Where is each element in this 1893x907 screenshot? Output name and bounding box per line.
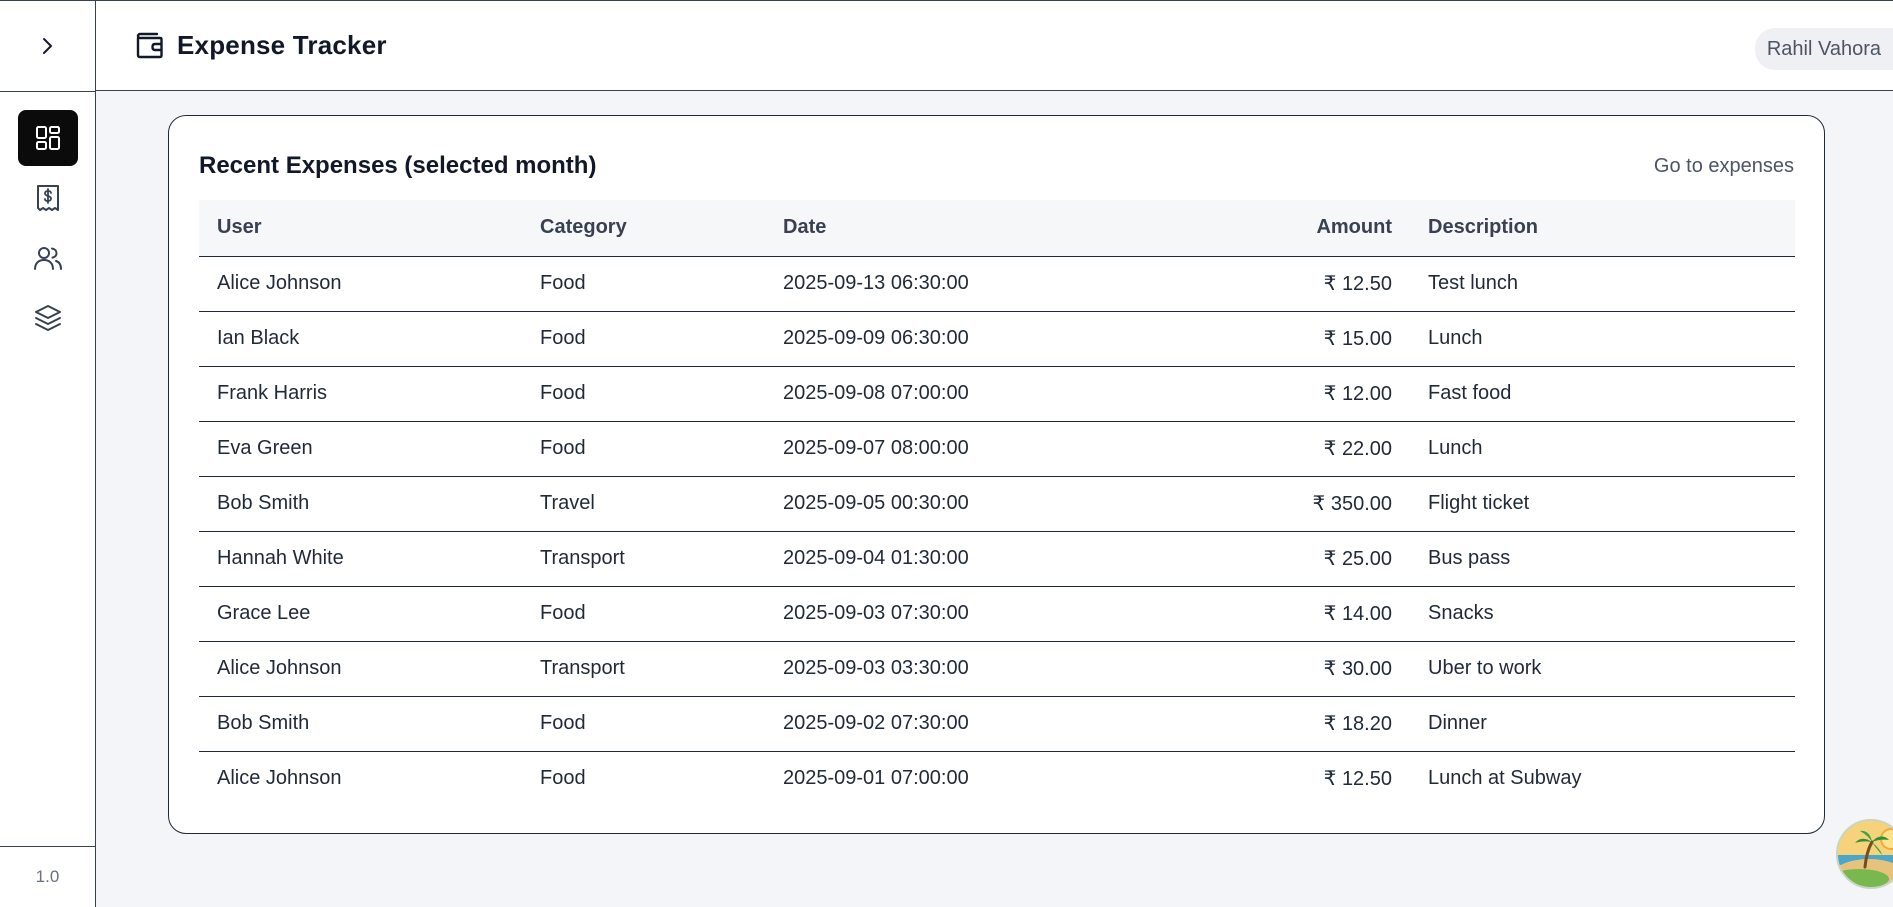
- users-icon: [33, 247, 62, 270]
- cell-date: 2025-09-07 08:00:00: [765, 421, 1265, 477]
- cell-category: Travel: [522, 476, 765, 532]
- cell-amount: ₹ 15.00: [1265, 311, 1410, 367]
- cell-amount: ₹ 12.50: [1265, 256, 1410, 312]
- cell-date: 2025-09-08 07:00:00: [765, 366, 1265, 422]
- cell-category: Transport: [522, 531, 765, 587]
- cell-amount: ₹ 25.00: [1265, 531, 1410, 587]
- card-header: Recent Expenses (selected month) Go to e…: [199, 150, 1794, 182]
- cell-description: Snacks: [1410, 586, 1795, 642]
- column-header-description[interactable]: Description: [1410, 200, 1795, 257]
- table-row[interactable]: Ian Black Food 2025-09-09 06:30:00 ₹ 15.00 L…: [199, 311, 1795, 367]
- cell-category: Food: [522, 311, 765, 367]
- column-header-user[interactable]: User: [199, 200, 522, 257]
- table-body: Alice Johnson Food 2025-09-13 06:30:00 ₹ 12…: [199, 256, 1795, 806]
- table-row[interactable]: Grace Lee Food 2025-09-03 07:30:00 ₹ 14.00 S…: [199, 586, 1795, 642]
- cell-description: Fast food: [1410, 366, 1795, 422]
- cell-user: Eva Green: [199, 421, 522, 477]
- table-header-row: User Category Date Amount Description: [199, 200, 1795, 257]
- table-row[interactable]: Alice Johnson Food 2025-09-01 07:00:00 ₹ 12…: [199, 751, 1795, 806]
- column-header-date[interactable]: Date: [765, 200, 1265, 257]
- cell-amount: ₹ 12.50: [1323, 768, 1392, 791]
- cell-user: Frank Harris: [199, 366, 522, 422]
- recent-expenses-card: Recent Expenses (selected month) Go to e…: [168, 115, 1825, 834]
- assistant-avatar-button[interactable]: [1829, 817, 1893, 891]
- cell-category: Food: [522, 256, 765, 312]
- table-row[interactable]: Frank Harris Food 2025-09-08 07:00:00 ₹ 12.…: [199, 366, 1795, 422]
- beach-avatar-icon: [1836, 819, 1893, 889]
- cell-user: Ian Black: [199, 311, 522, 367]
- cell-amount: ₹ 30.00: [1265, 641, 1410, 697]
- cell-user: Alice Johnson: [199, 641, 522, 697]
- expenses-table: User Category Date Amount Description Al…: [199, 200, 1795, 806]
- cell-category: Food: [522, 421, 765, 477]
- chevron-right-icon: [42, 38, 52, 54]
- table-row[interactable]: Bob Smith Food 2025-09-02 07:30:00 ₹ 18.20 D…: [199, 696, 1795, 752]
- sidebar: 1.0: [0, 0, 96, 907]
- cell-category: Food: [540, 767, 586, 790]
- top-header: Expense Tracker Rahil Vahora: [96, 0, 1893, 91]
- go-to-expenses-link[interactable]: Go to expenses: [1654, 155, 1794, 178]
- cell-user: Bob Smith: [199, 476, 522, 532]
- app-version: 1.0: [0, 846, 95, 907]
- table-row[interactable]: Hannah White Transport 2025-09-04 01:30:00…: [199, 531, 1795, 587]
- cell-description: Lunch: [1410, 311, 1795, 367]
- cell-description: Bus pass: [1410, 531, 1795, 587]
- card-title: Recent Expenses (selected month): [199, 152, 597, 179]
- wallet-icon: [136, 32, 163, 59]
- table-row[interactable]: Eva Green Food 2025-09-07 08:00:00 ₹ 22.00 L…: [199, 421, 1795, 477]
- sidebar-toggle-button[interactable]: [0, 1, 95, 92]
- cell-user: Hannah White: [199, 531, 522, 587]
- cell-user: Bob Smith: [199, 696, 522, 752]
- cell-description: Dinner: [1410, 696, 1795, 752]
- cell-date: 2025-09-13 06:30:00: [765, 256, 1265, 312]
- table-row[interactable]: Bob Smith Travel 2025-09-05 00:30:00 ₹ 350.…: [199, 476, 1795, 532]
- cell-date: 2025-09-09 06:30:00: [765, 311, 1265, 367]
- cell-amount: ₹ 14.00: [1265, 586, 1410, 642]
- cell-category: Food: [522, 586, 765, 642]
- app-title: Expense Tracker: [177, 29, 387, 60]
- cell-category: Transport: [522, 641, 765, 697]
- sidebar-nav: [0, 110, 95, 350]
- cell-description: Lunch: [1410, 421, 1795, 477]
- layers-icon: [34, 305, 61, 331]
- receipt-dollar-icon: [36, 185, 59, 211]
- cell-description: Test lunch: [1410, 256, 1795, 312]
- sidebar-item-users[interactable]: [18, 230, 78, 286]
- cell-date: 2025-09-05 00:30:00: [765, 476, 1265, 532]
- cell-date: 2025-09-01 07:00:00: [783, 767, 969, 790]
- column-header-amount[interactable]: Amount: [1265, 200, 1410, 257]
- cell-description: Lunch at Subway: [1428, 767, 1582, 790]
- cell-category: Food: [522, 366, 765, 422]
- cell-date: 2025-09-02 07:30:00: [765, 696, 1265, 752]
- sidebar-item-dashboard[interactable]: [17, 110, 78, 166]
- cell-date: 2025-09-04 01:30:00: [765, 531, 1265, 587]
- cell-amount: ₹ 12.00: [1265, 366, 1410, 422]
- cell-amount: ₹ 22.00: [1265, 421, 1410, 477]
- brand: Expense Tracker: [133, 29, 387, 61]
- cell-category: Food: [522, 696, 765, 752]
- user-menu-button[interactable]: Rahil Vahora: [1754, 28, 1893, 70]
- cell-amount: ₹ 18.20: [1265, 696, 1410, 752]
- cell-user: Alice Johnson: [199, 256, 522, 312]
- cell-user: Grace Lee: [199, 586, 522, 642]
- cell-description: Flight ticket: [1410, 476, 1795, 532]
- sidebar-item-categories[interactable]: [18, 290, 78, 346]
- table-row[interactable]: Alice Johnson Food 2025-09-13 06:30:00 ₹ 12…: [199, 256, 1795, 312]
- app-root: 1.0 Expense Tracker Rahil Vahora Recent …: [0, 0, 1893, 907]
- column-header-category[interactable]: Category: [522, 200, 765, 257]
- cell-amount: ₹ 350.00: [1265, 476, 1410, 532]
- cell-date: 2025-09-03 07:30:00: [765, 586, 1265, 642]
- table-row[interactable]: Alice Johnson Transport 2025-09-03 03:30:0…: [199, 641, 1795, 697]
- dashboard-grid-icon: [35, 126, 60, 150]
- sidebar-item-expenses[interactable]: [18, 170, 78, 226]
- cell-description: Uber to work: [1410, 641, 1795, 697]
- cell-user: Alice Johnson: [217, 767, 342, 790]
- cell-date: 2025-09-03 03:30:00: [765, 641, 1265, 697]
